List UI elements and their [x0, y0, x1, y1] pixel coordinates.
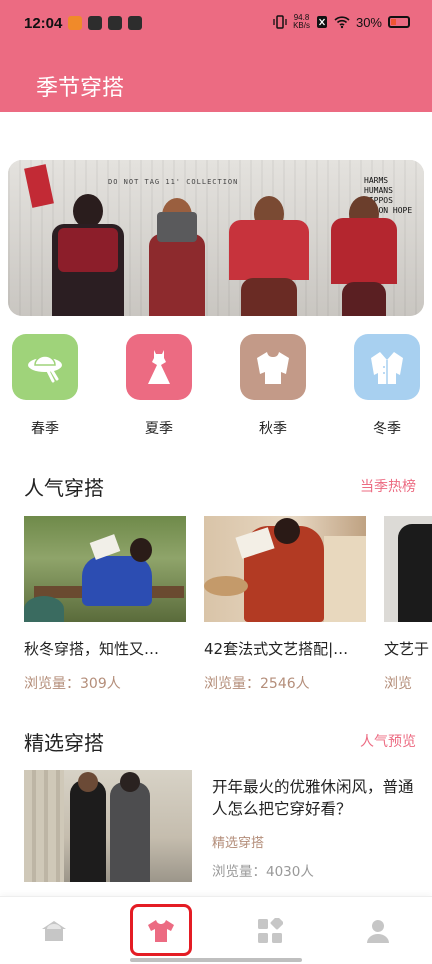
status-bar: 12:04 94.8 KB/s 30%: [0, 0, 432, 50]
category-summer[interactable]: 夏季: [126, 334, 192, 438]
status-right: 94.8 KB/s 30%: [273, 14, 410, 30]
banner-model: [142, 176, 212, 316]
profile-icon: [367, 920, 389, 943]
popular-card-title: 秋冬穿搭，知性又…: [24, 640, 160, 658]
popular-card-title: 42套法式文艺搭配|…: [204, 640, 349, 658]
category-winter[interactable]: 冬季: [354, 334, 420, 438]
category-label: 冬季: [373, 421, 401, 437]
featured-card-views: 浏览量：4030人: [212, 864, 314, 880]
wifi-icon: [334, 16, 350, 29]
popular-hot-link[interactable]: 当季热榜: [360, 476, 416, 496]
home-indicator[interactable]: [130, 958, 302, 962]
battery-icon: [388, 16, 410, 28]
category-label: 夏季: [145, 421, 173, 437]
nav-profile[interactable]: [362, 915, 394, 947]
hero-banner[interactable]: DO NOT TAG 11' COLLECTION HARMS HUMANS H…: [8, 160, 424, 316]
popular-section-title: 人气穿搭: [24, 476, 104, 500]
popular-card-image: [204, 516, 366, 622]
featured-card-title[interactable]: 开年最火的优雅休闲风，普通人怎么把它穿好看？: [212, 776, 422, 820]
category-spring[interactable]: 春季: [12, 334, 78, 438]
category-label: 秋季: [259, 421, 287, 437]
category-tile[interactable]: [126, 334, 192, 400]
app-notification-icon: [128, 16, 142, 30]
page-title: 季节穿搭: [36, 76, 125, 101]
featured-section-title: 精选穿搭: [24, 731, 104, 755]
grid-icon: [258, 918, 283, 943]
home-icon: [42, 921, 66, 941]
status-time: 12:04: [24, 15, 63, 32]
dress-icon: [148, 350, 170, 384]
hat-icon: [28, 355, 62, 383]
app-notification-icon: [108, 16, 122, 30]
category-tile[interactable]: [240, 334, 306, 400]
vibrate-icon: [273, 15, 287, 29]
banner-model: [328, 176, 400, 316]
category-autumn[interactable]: 秋季: [240, 334, 306, 438]
category-tile[interactable]: [12, 334, 78, 400]
coat-icon: [371, 352, 403, 384]
banner-model: [48, 176, 128, 316]
featured-preview-link[interactable]: 人气预览: [360, 731, 416, 751]
notification-icons: [68, 16, 142, 30]
category-label: 春季: [31, 421, 59, 437]
app-notification-icon: [68, 16, 82, 30]
app-header: 12:04 94.8 KB/s 30% 季节穿搭: [0, 0, 432, 112]
app-notification-icon: [88, 16, 102, 30]
popular-card-views: 浏览: [384, 676, 412, 692]
popular-card-image: [384, 516, 432, 622]
sweater-icon: [257, 352, 289, 384]
popular-card-title: 文艺于: [384, 640, 430, 658]
network-speed-unit: KB/s: [293, 21, 310, 30]
popular-card[interactable]: 文艺于 浏览: [384, 516, 432, 693]
category-tile[interactable]: [354, 334, 420, 400]
active-tab-highlight: [130, 904, 192, 956]
popular-card[interactable]: 42套法式文艺搭配|… 浏览量：2546人: [204, 516, 366, 693]
nav-home[interactable]: [38, 915, 70, 947]
popular-card-views: 浏览量：309人: [24, 676, 121, 692]
banner-model: [226, 176, 312, 316]
popular-card-image: [24, 516, 186, 622]
bottom-nav: [0, 896, 432, 964]
sim-icon: [316, 16, 327, 28]
featured-card-tag: 精选穿搭: [212, 836, 265, 851]
network-speed: 94.8 KB/s: [293, 14, 310, 30]
battery-percent: 30%: [355, 14, 382, 30]
featured-card-image[interactable]: [24, 770, 192, 882]
popular-card[interactable]: 秋冬穿搭，知性又… 浏览量：309人: [24, 516, 186, 693]
nav-categories[interactable]: [254, 915, 286, 947]
popular-card-views: 浏览量：2546人: [204, 676, 310, 692]
